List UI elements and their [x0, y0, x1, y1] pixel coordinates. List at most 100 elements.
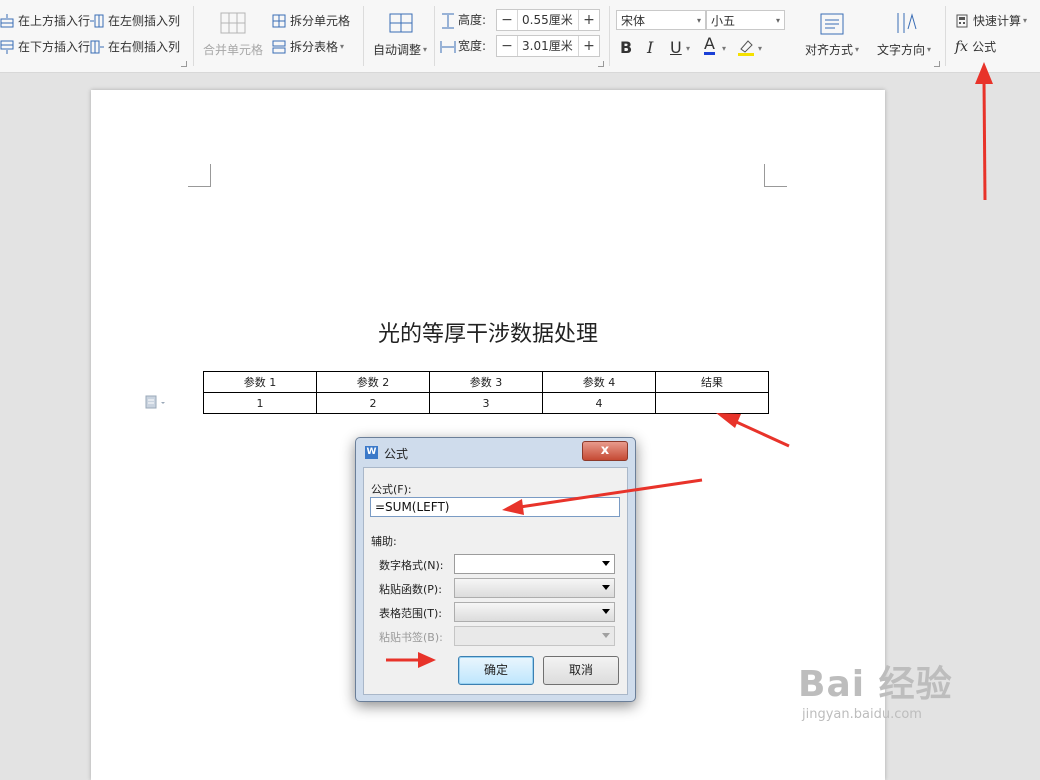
- table-cell[interactable]: 3: [429, 392, 543, 414]
- text-direction-icon: [894, 11, 918, 38]
- split-table-button[interactable]: 拆分表格 ▾: [272, 38, 344, 55]
- paste-function-label: 粘贴函数(P):: [379, 583, 442, 596]
- quick-calc-button[interactable]: 快速计算 ▾: [955, 12, 1027, 29]
- auto-fit-button[interactable]: 自动调整 ▾: [373, 41, 427, 58]
- calculator-icon: [955, 14, 969, 28]
- paragraph-options-icon[interactable]: [144, 394, 168, 413]
- cancel-button[interactable]: 取消: [543, 656, 619, 685]
- group-launcher[interactable]: [598, 61, 604, 67]
- increase-height-button[interactable]: +: [578, 10, 599, 30]
- insert-col-left-icon: [90, 14, 104, 28]
- dialog-body: 公式(F): =SUM(LEFT) 辅助: 数字格式(N): 粘贴函数(P): …: [363, 467, 628, 695]
- col-width-input[interactable]: 3.01厘米: [518, 36, 578, 56]
- baidu-watermark: Bai 经验 jingyan.baidu.com: [798, 655, 953, 722]
- insert-col-right-button[interactable]: 在右侧插入列: [90, 38, 180, 55]
- merge-cells-icon: [220, 12, 246, 34]
- chevron-down-icon: [602, 585, 610, 590]
- data-table: 参数 1 参数 2 参数 3 参数 4 结果 1 2 3 4: [203, 371, 769, 414]
- fx-icon: fx: [955, 38, 969, 55]
- close-button[interactable]: x: [582, 441, 628, 461]
- chevron-down-icon: [602, 561, 610, 566]
- split-cells-button[interactable]: 拆分单元格: [272, 12, 350, 29]
- table-header-cell[interactable]: 参数 3: [429, 371, 543, 393]
- insert-row-below-icon: [0, 40, 14, 54]
- chevron-down-icon: [602, 609, 610, 614]
- formula-input[interactable]: =SUM(LEFT): [370, 497, 620, 517]
- insert-col-right-icon: [90, 40, 104, 54]
- table-cell[interactable]: 1: [203, 392, 317, 414]
- chevron-down-icon: ▾: [423, 45, 428, 54]
- result-cell[interactable]: [655, 392, 769, 414]
- crop-mark: [764, 164, 787, 187]
- chevron-down-icon[interactable]: ▾: [758, 44, 762, 53]
- row-height-input[interactable]: 0.55厘米: [518, 10, 578, 30]
- split-table-icon: [272, 40, 286, 54]
- row-height-stepper[interactable]: − 0.55厘米 +: [496, 9, 600, 31]
- table-header-cell[interactable]: 参数 2: [316, 371, 430, 393]
- chevron-down-icon: ▾: [1023, 16, 1028, 25]
- assist-label: 辅助:: [371, 535, 397, 548]
- formula-label: 公式(F):: [371, 483, 412, 496]
- text-direction-button[interactable]: 文字方向 ▾: [877, 41, 931, 58]
- formula-button[interactable]: fx 公式: [955, 38, 996, 55]
- formula-dialog: W 公式 x 公式(F): =SUM(LEFT) 辅助: 数字格式(N): 粘贴…: [355, 437, 636, 702]
- separator: [363, 6, 364, 66]
- app-logo-icon: W: [365, 446, 378, 459]
- increase-width-button[interactable]: +: [578, 36, 599, 56]
- split-cells-icon: [272, 14, 286, 28]
- dialog-title-bar[interactable]: W 公式 x: [356, 438, 635, 466]
- bold-button[interactable]: B: [620, 38, 632, 57]
- underline-button[interactable]: U: [670, 38, 682, 57]
- crop-mark: [188, 164, 211, 187]
- col-width-label: 宽度:: [440, 37, 486, 54]
- chevron-down-icon[interactable]: ▾: [722, 44, 726, 53]
- paste-function-select[interactable]: [454, 578, 615, 598]
- separator: [945, 6, 946, 66]
- col-width-icon: [440, 39, 456, 53]
- col-width-stepper[interactable]: − 3.01厘米 +: [496, 35, 600, 57]
- table-row: 参数 1 参数 2 参数 3 参数 4 结果: [203, 371, 769, 393]
- separator: [434, 6, 435, 66]
- number-format-label: 数字格式(N):: [379, 559, 444, 572]
- paste-bookmark-label: 粘贴书签(B):: [379, 631, 443, 644]
- align-button[interactable]: 对齐方式 ▾: [805, 41, 859, 58]
- highlight-icon[interactable]: [737, 38, 755, 59]
- table-cell[interactable]: 2: [316, 392, 430, 414]
- insert-row-above-icon: [0, 13, 14, 28]
- ribbon-toolbar: 在上方插入行 在下方插入行 在左侧插入列 在右侧插入列 合并单元格 拆分单元格 …: [0, 0, 1040, 73]
- ok-button[interactable]: 确定: [458, 656, 534, 685]
- watermark-brand: Bai 经验: [798, 664, 953, 705]
- merge-cells-button[interactable]: 合并单元格: [203, 41, 263, 58]
- insert-row-above-button[interactable]: 在上方插入行: [0, 12, 90, 29]
- italic-button[interactable]: I: [647, 38, 653, 57]
- decrease-width-button[interactable]: −: [497, 36, 518, 56]
- table-range-label: 表格范围(T):: [379, 607, 443, 620]
- separator: [193, 6, 194, 66]
- table-cell[interactable]: 4: [542, 392, 656, 414]
- table-range-select[interactable]: [454, 602, 615, 622]
- group-launcher[interactable]: [934, 61, 940, 67]
- separator: [609, 6, 610, 66]
- chevron-down-icon: ▾: [927, 45, 932, 54]
- document-title: 光的等厚干涉数据处理: [377, 322, 598, 347]
- auto-fit-icon: [388, 10, 414, 36]
- font-size-select[interactable]: 小五 ▾: [706, 10, 785, 30]
- table-header-cell[interactable]: 结果: [655, 371, 769, 393]
- insert-col-left-button[interactable]: 在左侧插入列: [90, 12, 180, 29]
- font-name-select[interactable]: 宋体 ▾: [616, 10, 706, 30]
- group-launcher[interactable]: [181, 61, 187, 67]
- chevron-down-icon: [602, 633, 610, 638]
- number-format-select[interactable]: [454, 554, 615, 574]
- font-color-button[interactable]: A: [704, 36, 715, 55]
- table-header-cell[interactable]: 参数 4: [542, 371, 656, 393]
- row-height-label: 高度:: [440, 11, 486, 28]
- table-header-cell[interactable]: 参数 1: [203, 371, 317, 393]
- insert-row-below-button[interactable]: 在下方插入行: [0, 38, 90, 55]
- chevron-down-icon[interactable]: ▾: [686, 44, 690, 53]
- watermark-url: jingyan.baidu.com: [802, 707, 922, 722]
- align-icon: [820, 13, 844, 38]
- chevron-down-icon: ▾: [775, 16, 780, 25]
- dialog-title: 公式: [384, 447, 409, 461]
- paste-bookmark-select: [454, 626, 615, 646]
- decrease-height-button[interactable]: −: [497, 10, 518, 30]
